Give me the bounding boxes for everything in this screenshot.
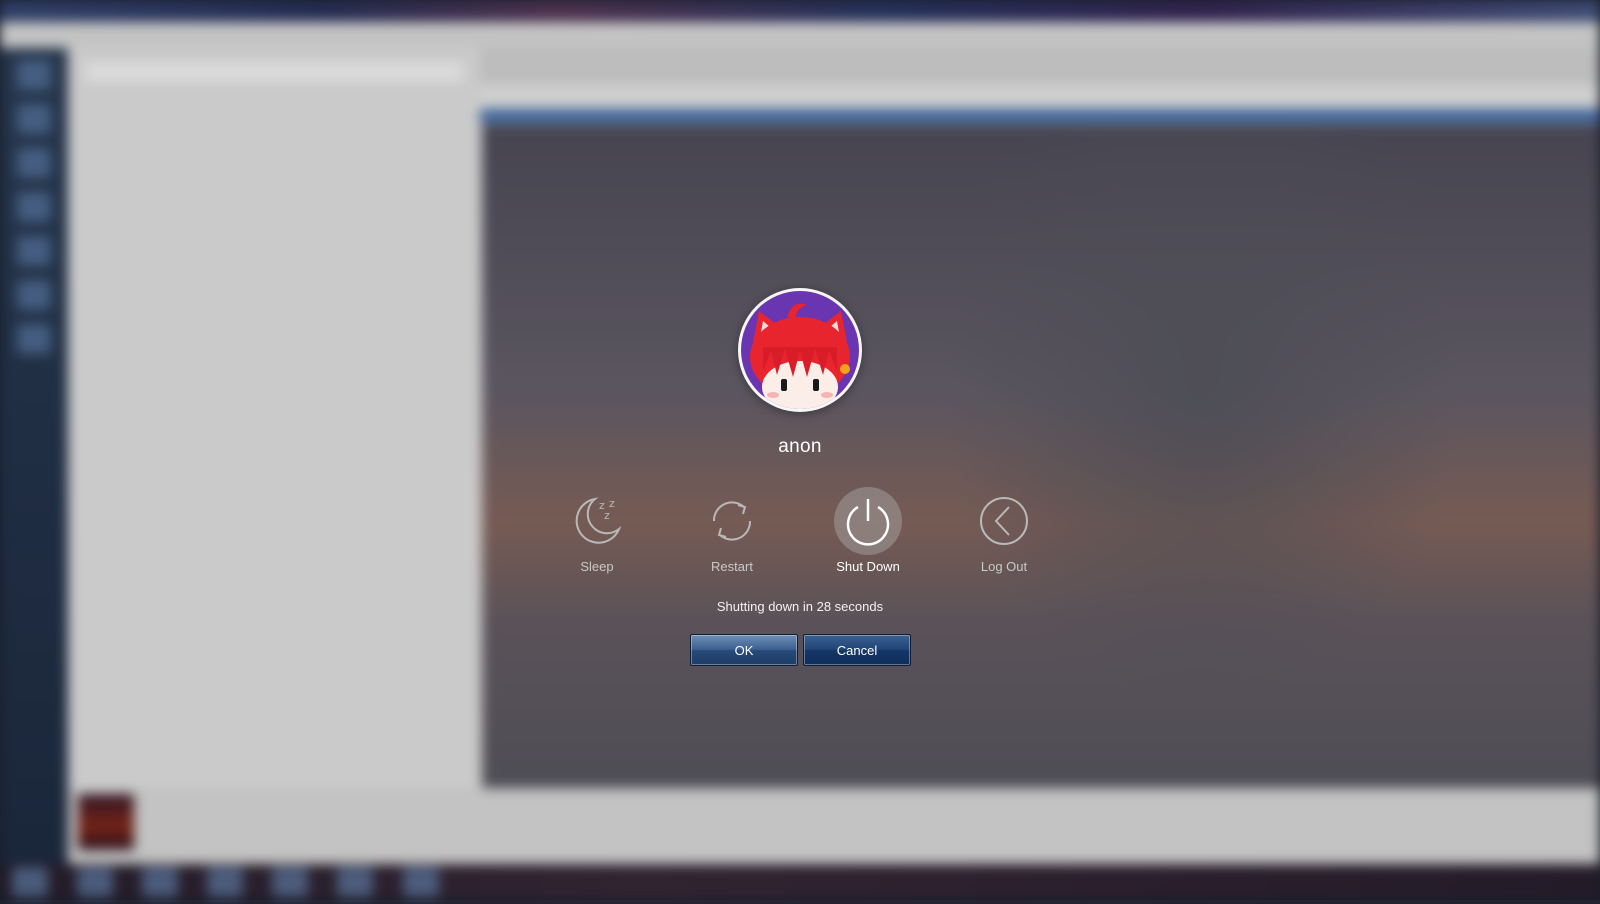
shutdown-dialog: anon z z z Sleep Restart Shut Down Log O… xyxy=(0,0,1600,900)
restart-button[interactable]: Restart xyxy=(672,487,792,574)
sleep-moon-icon: z z z xyxy=(575,497,622,544)
svg-text:z: z xyxy=(604,509,610,522)
sleep-label: Sleep xyxy=(580,559,614,574)
power-icon-wrap xyxy=(834,487,902,555)
avatar-image xyxy=(741,291,859,409)
shut-down-button[interactable]: Shut Down xyxy=(808,487,928,574)
restart-icon xyxy=(712,501,752,541)
shut-down-label: Shut Down xyxy=(836,559,900,574)
avatar xyxy=(738,288,862,412)
log-out-label: Log Out xyxy=(980,559,1028,574)
svg-text:z: z xyxy=(609,497,615,510)
log-out-chevron-icon xyxy=(980,497,1028,545)
log-out-icon-wrap xyxy=(970,487,1038,555)
ok-button[interactable]: OK xyxy=(690,634,798,666)
log-out-button[interactable]: Log Out xyxy=(944,487,1064,574)
restart-label: Restart xyxy=(711,559,753,574)
sleep-button[interactable]: z z z Sleep xyxy=(537,487,657,574)
username-label: anon xyxy=(778,436,822,457)
restart-icon-wrap xyxy=(698,487,766,555)
cancel-button[interactable]: Cancel xyxy=(803,634,911,666)
power-icon xyxy=(846,499,890,546)
countdown-text: Shutting down in 28 seconds xyxy=(716,599,884,614)
sleep-icon-wrap: z z z xyxy=(563,487,631,555)
